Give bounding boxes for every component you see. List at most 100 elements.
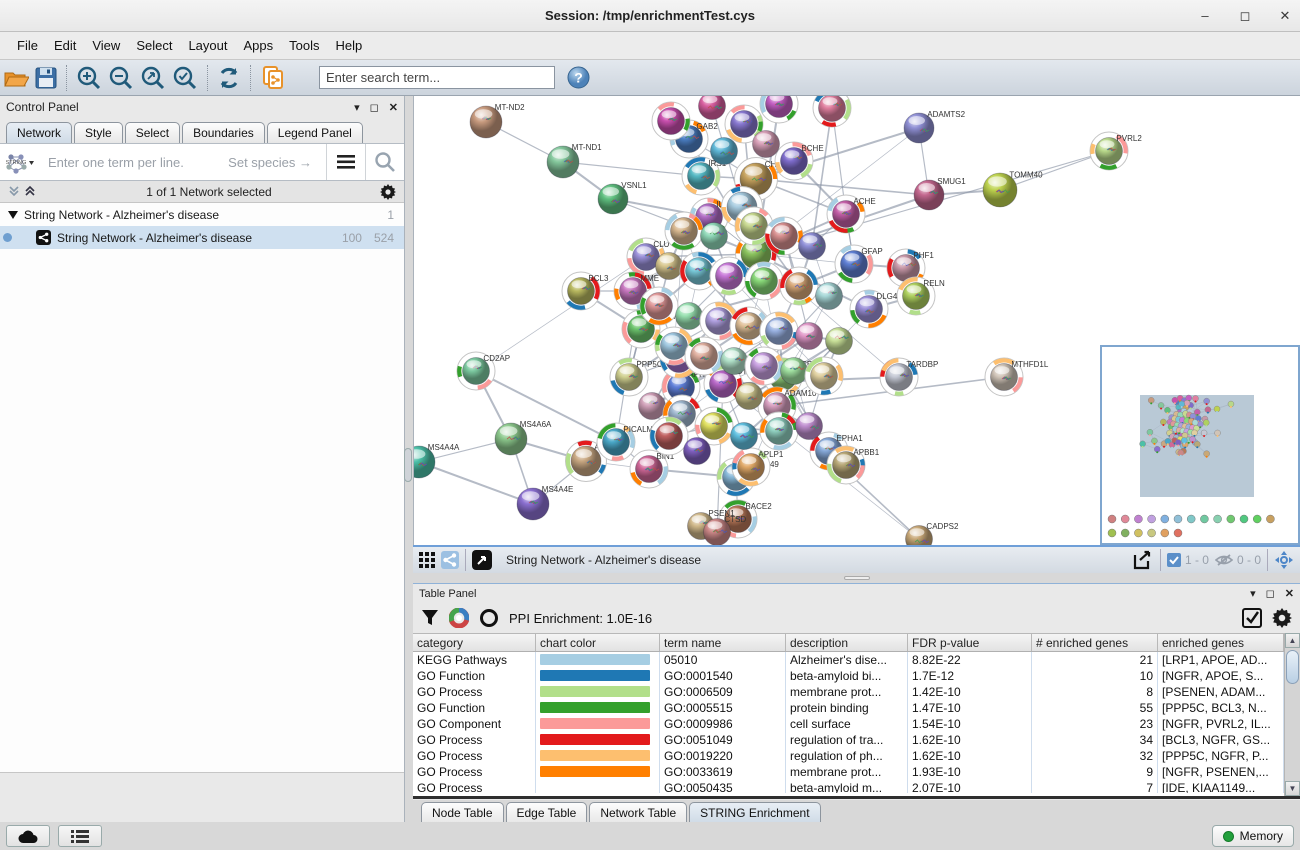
network-node[interactable] (701, 223, 728, 250)
table-tab-edge-table[interactable]: Edge Table (506, 802, 588, 823)
scroll-up-arrow[interactable]: ▲ (1285, 633, 1300, 648)
table-row[interactable]: GO ProcessGO:0050435beta-amyloid m...2.0… (413, 780, 1300, 793)
table-tab-string-enrichment[interactable]: STRING Enrichment (689, 802, 820, 823)
network-node[interactable] (721, 348, 748, 375)
memory-button[interactable]: Memory (1212, 825, 1294, 847)
menu-tools[interactable]: Tools (282, 35, 326, 56)
cloud-button[interactable] (6, 825, 50, 847)
network-canvas[interactable]: MT-ND2MT-ND1VSNL1GAB2IRS1IL1BCHATBCHEACH… (413, 96, 1300, 545)
network-node-ache[interactable]: ACHE (827, 195, 876, 233)
panel-float-icon[interactable]: ◻ (370, 101, 379, 114)
table-tab-node-table[interactable]: Node Table (421, 802, 504, 823)
menu-apps[interactable]: Apps (237, 35, 281, 56)
menu-file[interactable]: File (10, 35, 45, 56)
network-node[interactable] (710, 257, 748, 295)
menu-layout[interactable]: Layout (181, 35, 234, 56)
network-node-apbb1[interactable]: APBB1 (827, 446, 880, 484)
network-node[interactable] (765, 217, 803, 255)
table-row[interactable]: GO ProcessGO:0019220regulation of ph...1… (413, 748, 1300, 764)
network-node[interactable] (745, 347, 783, 385)
collapse-expand-icons[interactable] (8, 185, 38, 198)
network-row-selected[interactable]: String Network - Alzheimer's disease 100… (0, 226, 404, 249)
column-header-term-name[interactable]: term name (660, 634, 786, 651)
table-row[interactable]: GO ProcessGO:0033619membrane prot...1.93… (413, 764, 1300, 780)
network-node[interactable] (760, 312, 798, 350)
select-all-checkbox-icon[interactable] (1242, 608, 1262, 628)
string-options-button[interactable] (327, 155, 365, 169)
tab-select[interactable]: Select (125, 122, 180, 143)
detach-view-icon[interactable] (472, 550, 492, 570)
network-node[interactable] (699, 96, 726, 120)
column-header-category[interactable]: category (413, 634, 536, 651)
scrollbar-thumb[interactable] (1286, 650, 1299, 684)
table-row[interactable]: GO FunctionGO:0005515protein binding1.47… (413, 700, 1300, 716)
table-row[interactable]: GO ComponentGO:0009986cell surface1.54E-… (413, 716, 1300, 732)
network-node-tardbp[interactable]: TARDBP (880, 358, 938, 396)
network-node[interactable] (813, 96, 851, 127)
network-node-mt-nd2[interactable]: MT-ND2 (470, 103, 525, 138)
maximize-button[interactable]: ◻ (1238, 9, 1252, 23)
network-node[interactable] (676, 303, 703, 330)
network-node-tomm40[interactable]: TOMM40 (983, 170, 1043, 207)
network-node[interactable] (685, 337, 723, 375)
column-header-description[interactable]: description (786, 634, 908, 651)
network-node-mthfd1l[interactable]: MTHFD1L (985, 358, 1049, 396)
string-query-input[interactable]: Enter one term per line. (48, 155, 228, 170)
network-node[interactable] (684, 438, 711, 465)
table-row[interactable]: GO ProcessGO:0051049regulation of tra...… (413, 732, 1300, 748)
network-node[interactable] (826, 328, 853, 355)
network-node[interactable] (639, 393, 666, 420)
table-row[interactable]: KEGG Pathways05010Alzheimer's dise...8.8… (413, 652, 1300, 668)
network-node[interactable] (753, 131, 780, 158)
network-mode-icon[interactable] (441, 551, 459, 569)
column-header-enriched-genes[interactable]: enriched genes (1158, 634, 1284, 651)
network-node[interactable] (760, 412, 798, 450)
zoom-selected-button[interactable] (172, 63, 198, 93)
network-node[interactable] (799, 233, 826, 260)
save-session-button[interactable] (35, 63, 57, 93)
tab-legend-panel[interactable]: Legend Panel (267, 122, 363, 143)
tab-style[interactable]: Style (74, 122, 123, 143)
gear-icon[interactable] (380, 184, 396, 200)
minimize-button[interactable]: – (1198, 9, 1212, 23)
copy-network-button[interactable] (260, 63, 288, 93)
network-node[interactable] (711, 138, 738, 165)
network-node[interactable] (656, 253, 683, 280)
network-node[interactable] (731, 423, 758, 450)
string-protein-query-selector[interactable]: STRING (0, 149, 38, 175)
zoom-fit-button[interactable] (140, 63, 166, 93)
ring-icon[interactable] (479, 608, 499, 628)
network-node-reln[interactable]: RELN (897, 277, 945, 315)
set-species-label[interactable]: Set species → (228, 155, 312, 170)
network-node[interactable] (745, 262, 783, 300)
search-input[interactable] (319, 66, 555, 89)
table-row[interactable]: GO ProcessGO:0006509membrane prot...1.42… (413, 684, 1300, 700)
help-button[interactable]: ? (567, 63, 590, 93)
panel-menu-icon[interactable]: ▾ (354, 101, 360, 114)
network-node[interactable] (640, 287, 678, 325)
birdseye-toggle-icon[interactable] (1274, 550, 1294, 570)
network-node-mt-nd1[interactable]: MT-ND1 (547, 143, 602, 178)
network-node-bin1[interactable]: BIN1 (630, 450, 675, 488)
donut-chart-icon[interactable] (449, 608, 469, 628)
table-row[interactable]: GO FunctionGO:0001540beta-amyloid bi...1… (413, 668, 1300, 684)
network-node[interactable] (650, 417, 688, 455)
network-node[interactable] (652, 102, 690, 140)
menu-select[interactable]: Select (129, 35, 179, 56)
network-node-ms4a6a[interactable]: MS4A6A (495, 420, 552, 455)
network-node[interactable] (736, 383, 763, 410)
filter-icon[interactable] (421, 609, 439, 627)
close-button[interactable]: ✕ (1278, 9, 1292, 23)
table-scrollbar[interactable]: ▲ ▼ (1284, 633, 1300, 796)
network-edge[interactable] (419, 462, 533, 504)
scroll-down-arrow[interactable]: ▼ (1285, 781, 1300, 796)
zoom-out-button[interactable] (108, 63, 134, 93)
table-panel-float-icon[interactable]: ◻ (1266, 587, 1275, 600)
network-edge[interactable] (563, 162, 701, 176)
export-network-icon[interactable] (1132, 549, 1154, 571)
table-settings-gear-icon[interactable] (1272, 608, 1292, 628)
network-node-ms4a4a[interactable]: MS4A4A (414, 443, 460, 478)
network-node[interactable] (780, 267, 818, 305)
network-node-cadps2[interactable]: CADPS2 (906, 522, 959, 545)
grid-mode-icon[interactable] (419, 552, 435, 568)
